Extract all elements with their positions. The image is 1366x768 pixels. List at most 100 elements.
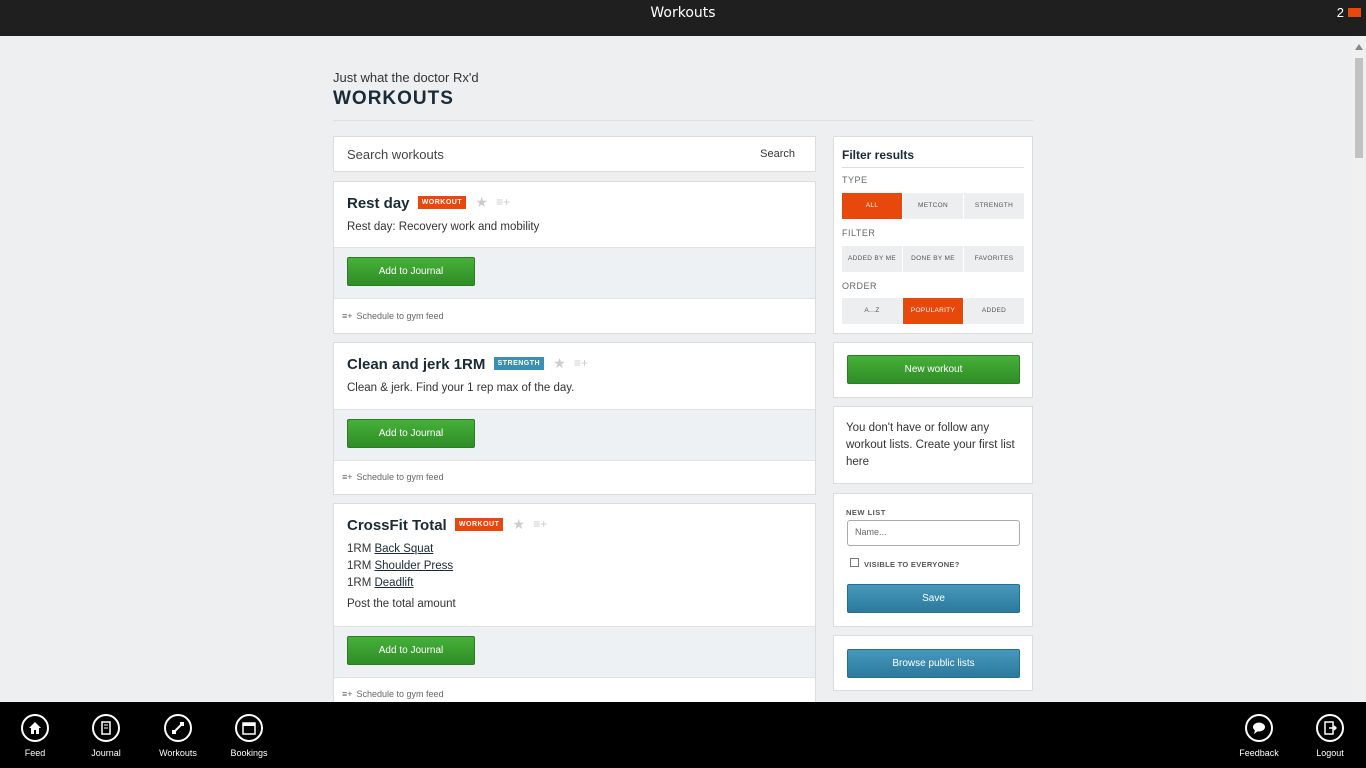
schedule-to-feed-link[interactable]: ≡+ Schedule to gym feed (342, 472, 444, 482)
workout-description: Clean & jerk. Find your 1 rep max of the… (347, 382, 575, 394)
add-to-journal-button[interactable]: Add to Journal (347, 257, 475, 286)
filter-label: FILTER (842, 228, 876, 238)
order-option-added[interactable]: ADDED (964, 298, 1024, 324)
filter-segmented-control: ADDED BY ME DONE BY ME FAVORITES (842, 246, 1024, 272)
movement-prefix: 1RM (347, 543, 372, 555)
workout-title-row: Clean and jerk 1RM STRENGTH ★ ≡+ (347, 355, 588, 374)
filter-option-added-by-me[interactable]: ADDED BY ME (842, 246, 902, 272)
type-option-all[interactable]: ALL (842, 193, 902, 219)
title-bar: Workouts 2 (0, 0, 1366, 36)
save-button[interactable]: Save (847, 584, 1020, 613)
scrollbar[interactable] (1352, 36, 1366, 702)
star-icon[interactable]: ★ (513, 516, 526, 533)
workout-title[interactable]: CrossFit Total (347, 517, 447, 534)
workout-title[interactable]: Rest day (347, 195, 410, 212)
journal-band: Add to Journal (334, 409, 815, 461)
logout-label: Logout (1316, 748, 1344, 758)
workout-title-row: CrossFit Total WORKOUT ★ ≡+ (347, 516, 547, 535)
schedule-icon: ≡+ (342, 311, 353, 321)
workout-description: Rest day: Recovery work and mobility (347, 221, 540, 233)
movement-link[interactable]: Deadlift (374, 577, 413, 589)
search-bar: Search workouts Search (333, 136, 816, 172)
calendar-icon (235, 714, 263, 742)
journal-button[interactable]: Journal (76, 714, 136, 758)
movement-prefix: 1RM (347, 577, 372, 589)
order-segmented-control: A...Z POPULARITY ADDED (842, 298, 1024, 324)
app-bar: Feed Journal Workouts Bookings Feedback … (0, 702, 1366, 768)
scrollbar-thumb[interactable] (1355, 58, 1363, 158)
journal-label: Journal (91, 748, 121, 758)
workout-movements: 1RM Back Squat 1RM Shoulder Press 1RM De… (347, 541, 456, 613)
schedule-label: Schedule to gym feed (356, 311, 444, 321)
add-to-list-icon[interactable]: ≡+ (496, 195, 510, 209)
filter-panel: Filter results TYPE ALL METCON STRENGTH … (833, 136, 1033, 334)
browse-panel: Browse public lists (833, 635, 1033, 691)
workout-card: Clean and jerk 1RM STRENGTH ★ ≡+ Clean &… (333, 342, 816, 495)
new-list-label: NEW LIST (846, 508, 886, 517)
logout-icon (1316, 714, 1344, 742)
flag-icon[interactable] (1348, 8, 1361, 17)
schedule-to-feed-link[interactable]: ≡+ Schedule to gym feed (342, 689, 444, 699)
visible-checkbox[interactable] (850, 558, 859, 567)
schedule-icon: ≡+ (342, 689, 353, 699)
workout-description: Post the total amount (347, 598, 456, 610)
page-title: WORKOUTS (333, 88, 454, 109)
filter-divider (842, 167, 1024, 168)
list-name-input[interactable]: Name... (847, 520, 1020, 546)
workout-card: CrossFit Total WORKOUT ★ ≡+ 1RM Back Squ… (333, 503, 816, 713)
schedule-label: Schedule to gym feed (356, 472, 444, 482)
workouts-button[interactable]: Workouts (148, 714, 208, 758)
bookings-label: Bookings (230, 748, 268, 758)
browse-public-lists-button[interactable]: Browse public lists (847, 649, 1020, 678)
journal-band: Add to Journal (334, 247, 815, 299)
window-title: Workouts (650, 5, 716, 21)
feed-label: Feed (24, 748, 46, 758)
home-icon (21, 714, 49, 742)
bookings-button[interactable]: Bookings (219, 714, 279, 758)
star-icon[interactable]: ★ (553, 355, 566, 372)
feedback-label: Feedback (1239, 748, 1279, 758)
visible-checkbox-label[interactable]: VISIBLE TO EVERYONE? (864, 560, 960, 569)
workout-type-badge: WORKOUT (454, 517, 504, 531)
new-workout-button[interactable]: New workout (847, 355, 1020, 384)
search-button[interactable]: Search (760, 148, 795, 160)
chat-bubble-icon (1245, 714, 1273, 742)
schedule-to-feed-link[interactable]: ≡+ Schedule to gym feed (342, 311, 444, 321)
dumbbell-icon (164, 714, 192, 742)
order-option-az[interactable]: A...Z (842, 298, 902, 324)
scroll-up-icon[interactable] (1355, 44, 1363, 50)
workouts-label: Workouts (159, 748, 197, 758)
add-to-journal-button[interactable]: Add to Journal (347, 636, 475, 665)
page-tagline: Just what the doctor Rx'd (333, 70, 479, 85)
logout-button[interactable]: Logout (1300, 714, 1360, 758)
type-option-metcon[interactable]: METCON (903, 193, 963, 219)
type-option-strength[interactable]: STRENGTH (964, 193, 1024, 219)
add-to-list-icon[interactable]: ≡+ (533, 517, 547, 531)
header-divider (333, 120, 1033, 121)
movement-prefix: 1RM (347, 560, 372, 572)
order-option-popularity[interactable]: POPULARITY (903, 298, 963, 324)
notification-count[interactable]: 2 (1337, 5, 1344, 20)
feed-button[interactable]: Feed (5, 714, 65, 758)
workout-type-badge: WORKOUT (417, 195, 467, 209)
movement-link[interactable]: Back Squat (374, 543, 433, 555)
filter-option-done-by-me[interactable]: DONE BY ME (903, 246, 963, 272)
search-input[interactable]: Search workouts (347, 147, 444, 162)
type-label: TYPE (842, 175, 868, 185)
workout-card: Rest day WORKOUT ★ ≡+ Rest day: Recovery… (333, 181, 816, 334)
add-to-journal-button[interactable]: Add to Journal (347, 419, 475, 448)
filter-title: Filter results (842, 148, 915, 162)
journal-band: Add to Journal (334, 626, 815, 678)
movement-line: 1RM Shoulder Press (347, 558, 456, 575)
new-list-panel: NEW LIST Name... VISIBLE TO EVERYONE? Sa… (833, 493, 1033, 627)
schedule-label: Schedule to gym feed (356, 689, 444, 699)
star-icon[interactable]: ★ (475, 194, 488, 211)
lists-info-panel: You don't have or follow any workout lis… (833, 406, 1033, 484)
movement-link[interactable]: Shoulder Press (374, 560, 453, 572)
add-to-list-icon[interactable]: ≡+ (574, 356, 588, 370)
filter-option-favorites[interactable]: FAVORITES (964, 246, 1024, 272)
workout-title[interactable]: Clean and jerk 1RM (347, 356, 485, 373)
new-workout-panel: New workout (833, 342, 1033, 398)
feedback-button[interactable]: Feedback (1229, 714, 1289, 758)
type-segmented-control: ALL METCON STRENGTH (842, 193, 1024, 219)
